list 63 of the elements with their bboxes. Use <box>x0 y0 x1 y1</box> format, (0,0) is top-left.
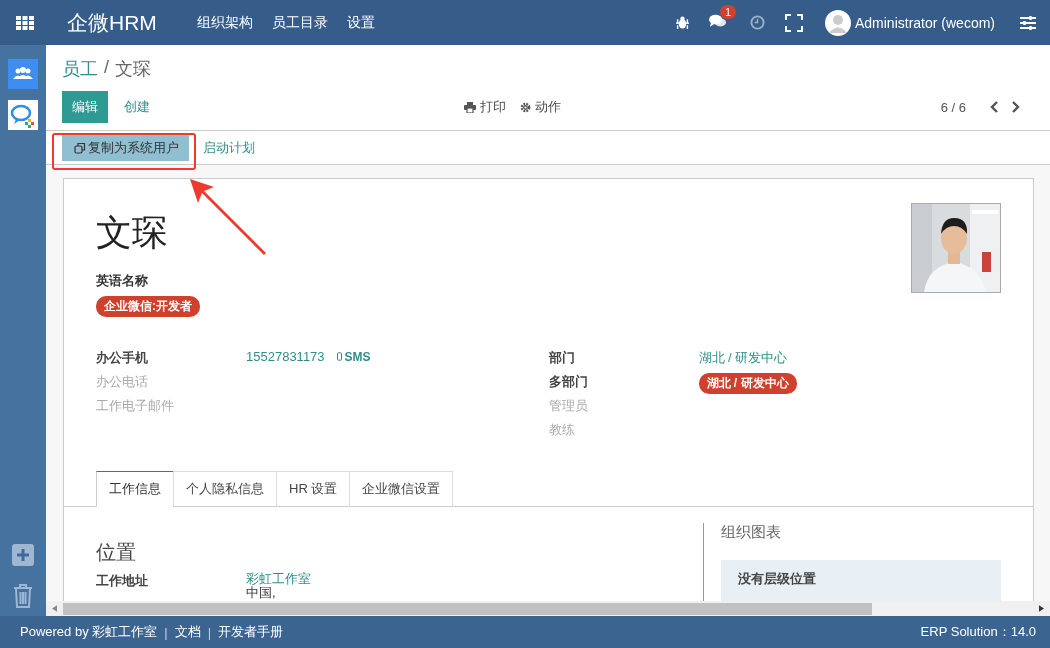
field-label: 部门 <box>548 349 576 367</box>
bug-icon[interactable] <box>675 16 689 29</box>
chat-icon[interactable] <box>708 14 726 28</box>
footer-separator: | <box>207 624 212 640</box>
create-button[interactable]: 创建 <box>120 91 154 123</box>
print-button[interactable]: 打印 <box>463 98 506 116</box>
footer-link[interactable]: 开发者手册 <box>218 623 284 641</box>
department-link[interactable]: 湖北 / 研发中心 <box>698 349 788 367</box>
phone-value[interactable]: 15527831173 <box>246 349 325 364</box>
settings-icon[interactable] <box>1020 15 1036 30</box>
breadcrumb-link[interactable]: 员工 <box>62 57 98 81</box>
tab[interactable]: 企业微信设置 <box>349 471 454 507</box>
field-label: 工作电子邮件 <box>96 397 175 415</box>
field-label: 多部门 <box>548 373 589 391</box>
breadcrumb-current: 文琛 <box>115 58 151 81</box>
section-title: 组织图表 <box>721 523 782 542</box>
field-label: 办公手机 <box>96 349 149 367</box>
field-label: 办公电话 <box>96 373 149 391</box>
start-plan-button[interactable]: 启动计划 <box>203 138 255 157</box>
field-label: 教练 <box>548 421 576 439</box>
action-button[interactable]: 动作 <box>519 98 561 116</box>
field-label: 管理员 <box>548 397 589 415</box>
tab[interactable]: 工作信息 <box>96 471 174 507</box>
footer-link[interactable]: 文档 <box>174 623 201 641</box>
apps-menu-icon[interactable] <box>16 15 34 30</box>
edit-button[interactable]: 编辑 <box>62 91 108 123</box>
people-app-icon[interactable] <box>8 59 38 89</box>
category-tag: 企业微信:开发者 <box>96 296 200 317</box>
copy-user-button[interactable]: 复制为系统用户 <box>62 134 189 161</box>
scroll-right-icon[interactable] <box>1039 605 1044 612</box>
clock-icon[interactable] <box>749 15 765 30</box>
department-tag: 湖北 / 研发中心 <box>698 373 797 394</box>
scroll-left-icon[interactable] <box>52 605 57 612</box>
pager-counter: 6 / 6 <box>940 99 966 115</box>
user-name[interactable]: Administrator (wecom) <box>854 14 995 31</box>
field-label: 英语名称 <box>96 272 149 290</box>
address-link[interactable]: 彩虹工作室 <box>246 572 311 586</box>
fullscreen-icon[interactable] <box>784 13 803 32</box>
menu-item[interactable]: 组织架构 <box>196 13 253 32</box>
printer-icon <box>463 101 476 113</box>
copy-icon <box>74 141 86 154</box>
version-text: ERP Solution：14.0 <box>920 623 1036 641</box>
field-label: 工作地址 <box>96 572 149 590</box>
org-chart-message: 没有层级位置 <box>738 571 816 586</box>
phone-icon <box>336 352 342 361</box>
section-title: 位置 <box>96 540 137 565</box>
menu-item[interactable]: 设置 <box>346 13 375 32</box>
footer-separator: | <box>164 624 168 640</box>
app-brand: 企微HRM <box>67 9 157 36</box>
add-icon[interactable] <box>12 544 34 566</box>
tab[interactable]: 个人隐私信息 <box>173 471 277 507</box>
sms-link[interactable]: SMS <box>336 349 371 364</box>
user-avatar[interactable] <box>824 9 851 36</box>
notification-badge: 1 <box>719 5 737 19</box>
powered-by-text: Powered by 彩虹工作室 <box>20 623 158 641</box>
chat-app-icon[interactable] <box>8 100 38 130</box>
employee-name: 文琛 <box>96 211 169 255</box>
menu-item[interactable]: 员工目录 <box>271 13 328 32</box>
horizontal-scrollbar[interactable] <box>46 601 1050 616</box>
breadcrumb-separator: / <box>104 57 109 79</box>
previous-icon[interactable] <box>990 101 998 113</box>
address-line: 中国, <box>246 586 277 600</box>
next-icon[interactable] <box>1012 101 1020 113</box>
